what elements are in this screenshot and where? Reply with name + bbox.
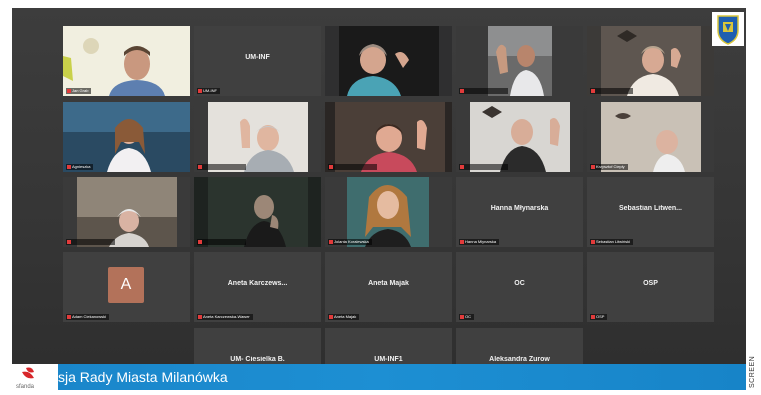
participant-video [194, 177, 321, 247]
banner-title: sja Rady Miasta Milanówka [58, 369, 228, 385]
participant-name: Aneta Karczews... [227, 280, 288, 287]
participant-name-label [66, 239, 115, 245]
participant-video [456, 102, 583, 172]
participant-tile[interactable]: Krzysztof Ciepły [587, 102, 714, 172]
participant-tile[interactable] [194, 102, 321, 172]
participant-tile[interactable]: UM-INF UM-INF [194, 26, 321, 96]
participant-name: UM-INF1 [374, 356, 403, 363]
participant-name: OSP [643, 280, 658, 287]
participant-tile-speaker[interactable]: Jan Grab [63, 26, 190, 96]
participant-name-label: Aneta Karczewska-Wawer [197, 314, 253, 320]
participant-name: Aleksandra Żurow [489, 356, 550, 363]
municipal-crest-logo [712, 12, 744, 46]
participant-name-label: Adam Ciekanowski [66, 314, 110, 320]
participant-video [63, 26, 190, 96]
participant-tile[interactable]: Agnieszka [63, 102, 190, 172]
participant-name: UM-INF [245, 54, 270, 61]
participant-name-label: Agnieszka [66, 164, 94, 170]
participant-name-label: Jolanta Koralewska [328, 239, 372, 245]
participant-name: Sebastian Litwen... [618, 205, 682, 212]
participant-name: Hanna Młynarska [490, 205, 549, 212]
participant-name-label [590, 88, 633, 94]
participant-video [63, 177, 190, 247]
participant-name-label: OSP [590, 314, 608, 320]
participant-tile[interactable]: OC OC [456, 252, 583, 322]
participant-name-label [459, 88, 508, 94]
participant-tile[interactable]: Jolanta Koralewska [325, 177, 452, 247]
participant-video [587, 26, 714, 96]
participant-tile[interactable] [325, 26, 452, 96]
participant-tile[interactable]: Aneta Karczews... Aneta Karczewska-Wawer [194, 252, 321, 322]
participant-tile[interactable] [194, 177, 321, 247]
participant-tile[interactable] [63, 177, 190, 247]
session-banner: sfanda sja Rady Miasta Milanówka [12, 364, 746, 390]
participant-video [325, 102, 452, 172]
channel-logo-icon: sfanda [16, 367, 35, 390]
participant-name-label: OC [459, 314, 474, 320]
participant-name: Aneta Majak [368, 280, 409, 287]
participant-name-label: Sebastian Litwiński [590, 239, 634, 245]
participant-name-label [197, 164, 246, 170]
crest-icon [717, 15, 739, 45]
participant-name-label: UM-INF [197, 88, 220, 94]
participant-name-label: Krzysztof Ciepły [590, 164, 628, 170]
participant-video [325, 26, 452, 96]
photo-credit: SCREEN [749, 355, 756, 388]
participant-name-label: Jan Grab [66, 88, 92, 94]
participant-tile[interactable] [456, 26, 583, 96]
participant-tile[interactable]: Hanna Młynarska Hanna Młynarska [456, 177, 583, 247]
avatar: A [108, 267, 144, 303]
participant-tile[interactable]: Sebastian Litwen... Sebastian Litwiński [587, 177, 714, 247]
participant-name-label: Hanna Młynarska [459, 239, 500, 245]
participant-name: OC [514, 280, 525, 287]
participant-name: UM- Ciesielka B. [230, 356, 285, 363]
participant-tile[interactable]: A Adam Ciekanowski [63, 252, 190, 322]
svg-text:sfanda: sfanda [16, 384, 35, 390]
participant-tile[interactable] [587, 26, 714, 96]
channel-logo: sfanda [12, 364, 58, 390]
participant-video [456, 26, 583, 96]
participant-tile[interactable] [325, 102, 452, 172]
participant-name-label [459, 164, 508, 170]
participant-video [63, 102, 190, 172]
participant-tile[interactable]: OSP OSP [587, 252, 714, 322]
participant-tile[interactable]: Aneta Majak Aneta Majak [325, 252, 452, 322]
participant-name-label [197, 239, 246, 245]
participant-name-label: Aneta Majak [328, 314, 360, 320]
participant-tile[interactable] [456, 102, 583, 172]
participant-video [325, 177, 452, 247]
participant-video [194, 102, 321, 172]
participant-video [587, 102, 714, 172]
video-call-grid: Jan Grab UM-INF UM-INF Agnieszka Krzyszt… [12, 8, 746, 380]
participant-name-label [328, 164, 377, 170]
